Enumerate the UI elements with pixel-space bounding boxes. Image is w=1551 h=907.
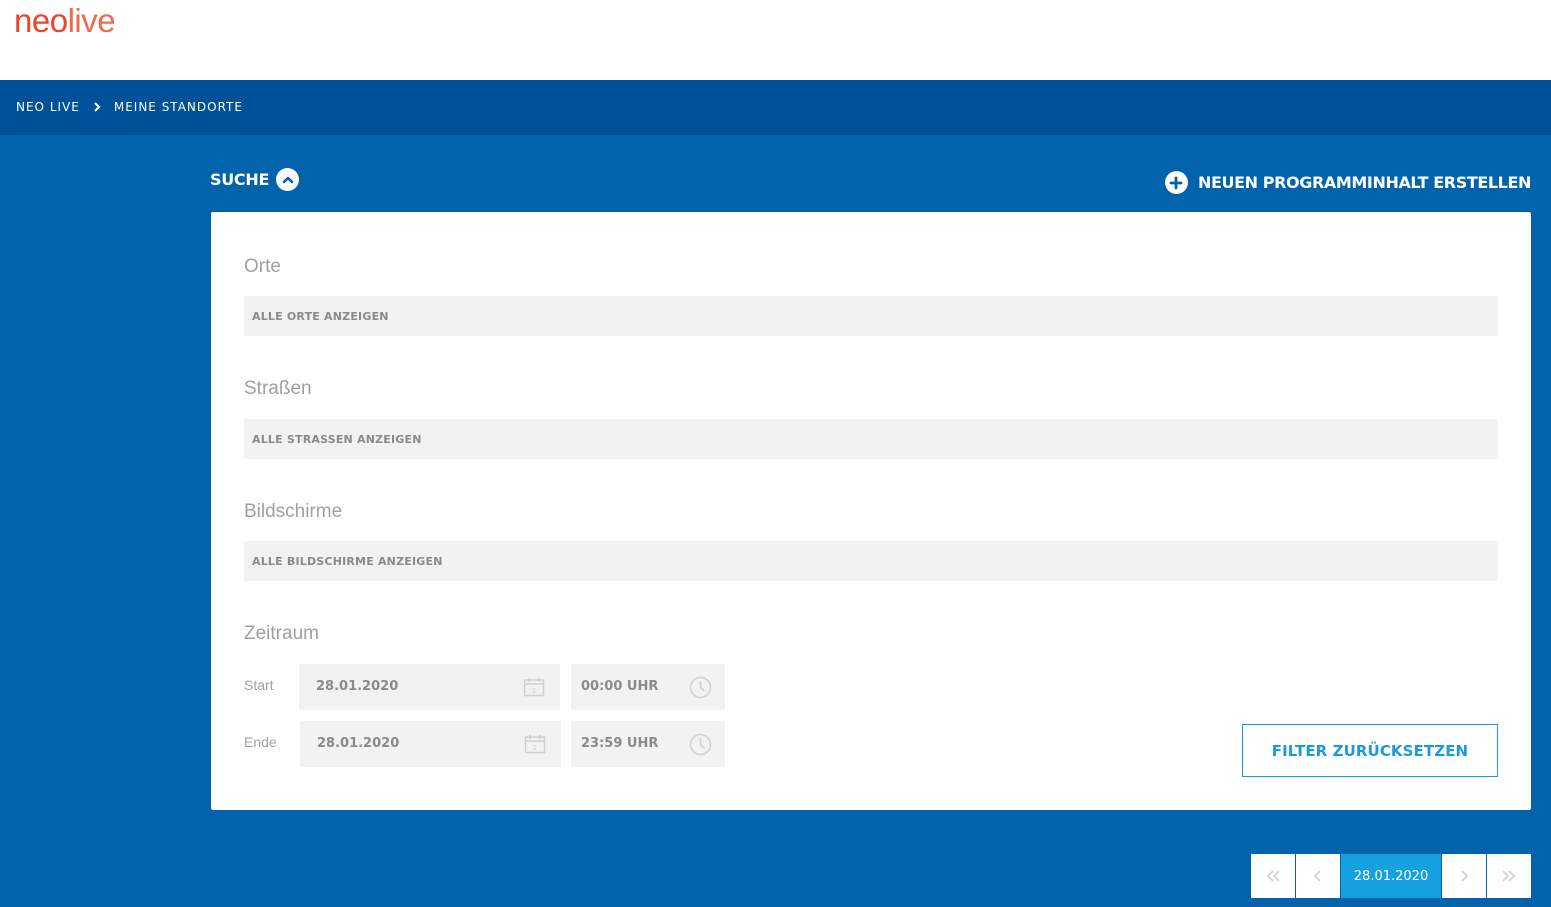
strassen-select-value: ALLE STRASSEN ANZEIGEN [252, 433, 422, 446]
start-time-input[interactable]: 00:00 UHR [571, 664, 725, 710]
pager-first-button[interactable] [1251, 854, 1295, 898]
clock-icon [689, 733, 712, 756]
breadcrumb: NEO LIVE MEINE STANDORTE [16, 100, 243, 114]
breadcrumb-item-meine-standorte[interactable]: MEINE STANDORTE [114, 100, 243, 114]
search-toggle[interactable]: SUCHE [210, 168, 300, 191]
calendar-icon: 2 [524, 735, 546, 754]
orte-label: Orte [244, 256, 281, 277]
reset-filter-label: FILTER ZURÜCKSETZEN [1271, 741, 1469, 760]
strassen-select[interactable]: ALLE STRASSEN ANZEIGEN [244, 419, 1498, 459]
start-date-value: 28.01.2020 [316, 679, 399, 694]
chevron-right-icon [1461, 870, 1469, 882]
breadcrumb-item-neo-live[interactable]: NEO LIVE [16, 100, 80, 114]
pager-last-button[interactable] [1487, 854, 1531, 898]
new-content-button[interactable]: NEUEN PROGRAMMINHALT ERSTELLEN [1164, 171, 1531, 194]
start-date-input[interactable]: 28.01.2020 2 [299, 664, 560, 710]
calendar-icon: 2 [523, 678, 545, 697]
double-chevron-right-icon [1502, 870, 1516, 882]
bildschirme-label: Bildschirme [244, 501, 343, 522]
double-chevron-left-icon [1266, 870, 1280, 882]
search-label: SUCHE [210, 170, 270, 189]
start-label: Start [244, 677, 274, 693]
start-time-value: 00:00 UHR [581, 679, 659, 694]
orte-select-value: ALLE ORTE ANZEIGEN [252, 310, 389, 323]
end-date-input[interactable]: 28.01.2020 2 [300, 721, 561, 767]
pager-next-button[interactable] [1442, 854, 1486, 898]
end-time-input[interactable]: 23:59 UHR [571, 721, 725, 767]
new-content-label: NEUEN PROGRAMMINHALT ERSTELLEN [1197, 173, 1531, 192]
reset-filter-button[interactable]: FILTER ZURÜCKSETZEN [1242, 724, 1498, 777]
search-filter-panel: Orte ALLE ORTE ANZEIGEN Straßen ALLE STR… [211, 212, 1531, 810]
bildschirme-select[interactable]: ALLE BILDSCHIRME ANZEIGEN [244, 541, 1498, 581]
svg-text:2: 2 [533, 744, 537, 752]
orte-select[interactable]: ALLE ORTE ANZEIGEN [244, 296, 1498, 336]
ende-label: Ende [244, 734, 277, 750]
zeitraum-label: Zeitraum [244, 623, 319, 644]
plus-icon [1164, 171, 1188, 194]
strassen-label: Straßen [244, 378, 312, 399]
neolive-logo[interactable]: neolive [14, 2, 116, 40]
date-pager: 28.01.2020 [1250, 854, 1531, 898]
logo-live: live [67, 2, 116, 39]
clock-icon [689, 676, 712, 699]
bildschirme-select-value: ALLE BILDSCHIRME ANZEIGEN [252, 555, 443, 568]
pager-current-date[interactable]: 28.01.2020 [1341, 854, 1441, 898]
end-date-value: 28.01.2020 [317, 736, 400, 751]
breadcrumb-bar: NEO LIVE MEINE STANDORTE [0, 80, 1551, 135]
svg-text:2: 2 [532, 687, 536, 695]
chevron-right-icon [94, 102, 101, 112]
end-time-value: 23:59 UHR [581, 736, 659, 751]
pager-prev-button[interactable] [1296, 854, 1340, 898]
chevron-left-icon [1313, 870, 1321, 882]
chevron-up-icon [276, 168, 300, 191]
top-header: neolive [0, 0, 1551, 80]
logo-neo: neo [14, 2, 68, 39]
